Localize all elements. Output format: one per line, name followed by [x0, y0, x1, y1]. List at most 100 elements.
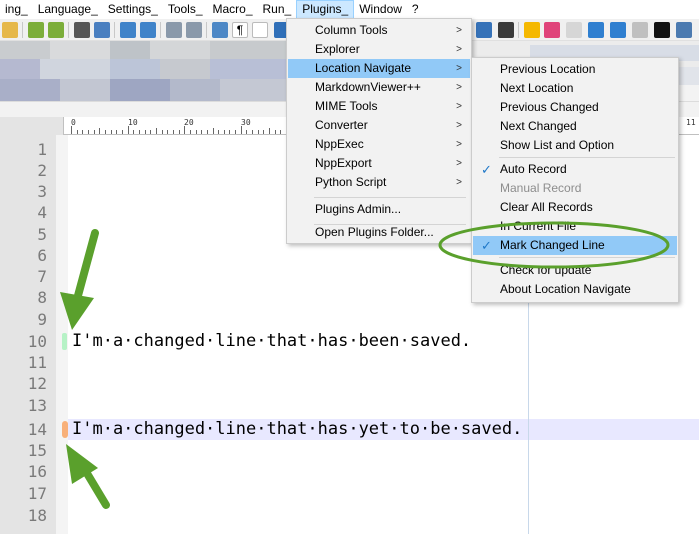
- submenu-arrow-icon: >: [456, 25, 462, 36]
- menu-item-label: MarkdownViewer++: [315, 80, 421, 94]
- menu-macro[interactable]: Macro_: [208, 0, 258, 19]
- menu-window[interactable]: Window: [354, 0, 407, 19]
- menu-item-clear-all-records[interactable]: Clear All Records: [473, 198, 677, 217]
- line-number: 17: [27, 484, 47, 503]
- ruler-tick: [172, 130, 174, 134]
- menu-item-show-list-and-option[interactable]: Show List and Option: [473, 136, 677, 155]
- menu-item-nppexport[interactable]: NppExport >: [288, 154, 470, 173]
- toolbar-separator: [68, 22, 69, 38]
- menu-item-auto-record[interactable]: ✓ Auto Record: [473, 160, 677, 179]
- redo-icon[interactable]: [48, 22, 64, 38]
- menu-item-label: Converter: [315, 118, 368, 132]
- menu-item-check-for-update[interactable]: Check for update: [473, 261, 677, 280]
- zoom-out-icon[interactable]: [140, 22, 156, 38]
- ruler-tick: [71, 126, 72, 134]
- menu-item-label: Location Navigate: [315, 61, 412, 75]
- menu-item-mime-tools[interactable]: MIME Tools >: [288, 97, 470, 116]
- menu-encoding[interactable]: ing_: [0, 0, 33, 19]
- toolbar-separator: [518, 22, 519, 38]
- menu-item-in-current-file[interactable]: In Current File: [473, 217, 677, 236]
- word-wrap-icon[interactable]: [212, 22, 228, 38]
- blurred-block: [170, 79, 220, 101]
- undo-icon[interactable]: [28, 22, 44, 38]
- indent-guide-icon[interactable]: [252, 22, 268, 38]
- plugin-icon-a[interactable]: [524, 22, 540, 38]
- heart-icon[interactable]: [544, 22, 560, 38]
- ruler-tick: [274, 130, 276, 134]
- ruler-tick: [263, 130, 265, 134]
- menu-run[interactable]: Run_: [258, 0, 297, 19]
- sync-horizontal-icon[interactable]: [186, 22, 202, 38]
- ruler-tick: [218, 130, 220, 134]
- menu-item-open-plugins-folder[interactable]: Open Plugins Folder...: [288, 223, 470, 242]
- toolbar-separator: [114, 22, 115, 38]
- menu-plugins[interactable]: Plugins_: [296, 0, 355, 19]
- menu-item-about-location-navigate[interactable]: About Location Navigate: [473, 280, 677, 299]
- ruler-tick: [155, 128, 157, 134]
- menu-item-column-tools[interactable]: Column Tools >: [288, 21, 470, 40]
- menu-help[interactable]: ?: [407, 0, 424, 19]
- fold-icon[interactable]: [476, 22, 492, 38]
- forward-disabled-icon[interactable]: [632, 22, 648, 38]
- ruler-tick: [195, 130, 197, 134]
- menu-item-nppexec[interactable]: NppExec >: [288, 135, 470, 154]
- ruler-tick: [99, 128, 101, 134]
- blurred-block: [210, 59, 286, 79]
- paste-icon[interactable]: [2, 22, 18, 38]
- menu-item-manual-record[interactable]: Manual Record: [473, 179, 677, 198]
- ruler-tick: [110, 130, 112, 134]
- code-line-10[interactable]: I'm·a·changed·line·that·has·been·saved.: [72, 331, 471, 352]
- ruler-tick: [93, 130, 95, 134]
- line-number: 11: [27, 353, 47, 372]
- line-number: 9: [37, 310, 47, 329]
- blurred-block: [110, 59, 160, 79]
- ruler-tick: [127, 126, 129, 134]
- sync-vertical-icon[interactable]: [166, 22, 182, 38]
- find-icon[interactable]: [74, 22, 90, 38]
- menu-bar: ing_ Language_ Settings_ Tools_ Macro_ R…: [0, 0, 699, 19]
- zoom-in-icon[interactable]: [120, 22, 136, 38]
- menu-item-plugins-admin[interactable]: Plugins Admin...: [288, 200, 470, 219]
- menu-item-location-navigate[interactable]: Location Navigate >: [288, 59, 470, 78]
- menu-tools[interactable]: Tools_: [163, 0, 208, 19]
- hex-icon[interactable]: [654, 22, 670, 38]
- menu-language[interactable]: Language_: [33, 0, 103, 19]
- code-line-14[interactable]: I'm·a·changed·line·that·has·yet·to·be·sa…: [72, 419, 522, 440]
- menu-item-label: Open Plugins Folder...: [315, 225, 434, 239]
- window-icon[interactable]: [676, 22, 692, 38]
- menu-separator: [499, 157, 675, 158]
- menu-item-previous-changed[interactable]: Previous Changed: [473, 98, 677, 117]
- ruler-tick: [223, 130, 225, 134]
- menu-item-markdownviewer[interactable]: MarkdownViewer++ >: [288, 78, 470, 97]
- blurred-block: [160, 59, 210, 79]
- line-number: 6: [37, 246, 47, 265]
- menu-item-next-changed[interactable]: Next Changed: [473, 117, 677, 136]
- ruler-label: 10: [128, 118, 138, 127]
- menu-item-label: Auto Record: [500, 162, 567, 176]
- menu-item-previous-location[interactable]: Previous Location: [473, 60, 677, 79]
- ruler-gutter: [0, 117, 64, 135]
- line-number: 8: [37, 288, 47, 307]
- arrow-right-icon[interactable]: [610, 22, 626, 38]
- menu-item-next-location[interactable]: Next Location: [473, 79, 677, 98]
- ruler-tick: [212, 128, 214, 134]
- submenu-arrow-icon: >: [456, 177, 462, 188]
- menu-settings[interactable]: Settings_: [103, 0, 163, 19]
- show-all-characters-icon[interactable]: ¶: [232, 22, 248, 38]
- line-number: 15: [27, 441, 47, 460]
- ruler-tick: [161, 130, 163, 134]
- menu-item-converter[interactable]: Converter >: [288, 116, 470, 135]
- monitor-icon[interactable]: [498, 22, 514, 38]
- menu-item-label: Mark Changed Line: [500, 238, 605, 252]
- menu-item-mark-changed-line[interactable]: ✓ Mark Changed Line: [473, 236, 677, 255]
- back-disabled-icon[interactable]: [566, 22, 582, 38]
- menu-item-label: Manual Record: [500, 181, 582, 195]
- arrow-left-icon[interactable]: [588, 22, 604, 38]
- menu-item-explorer[interactable]: Explorer >: [288, 40, 470, 59]
- line-number: 4: [37, 203, 47, 222]
- menu-item-label: Previous Changed: [500, 100, 599, 114]
- submenu-arrow-icon: >: [456, 44, 462, 55]
- menu-item-python-script[interactable]: Python Script >: [288, 173, 470, 192]
- line-number: 16: [27, 462, 47, 481]
- replace-icon[interactable]: [94, 22, 110, 38]
